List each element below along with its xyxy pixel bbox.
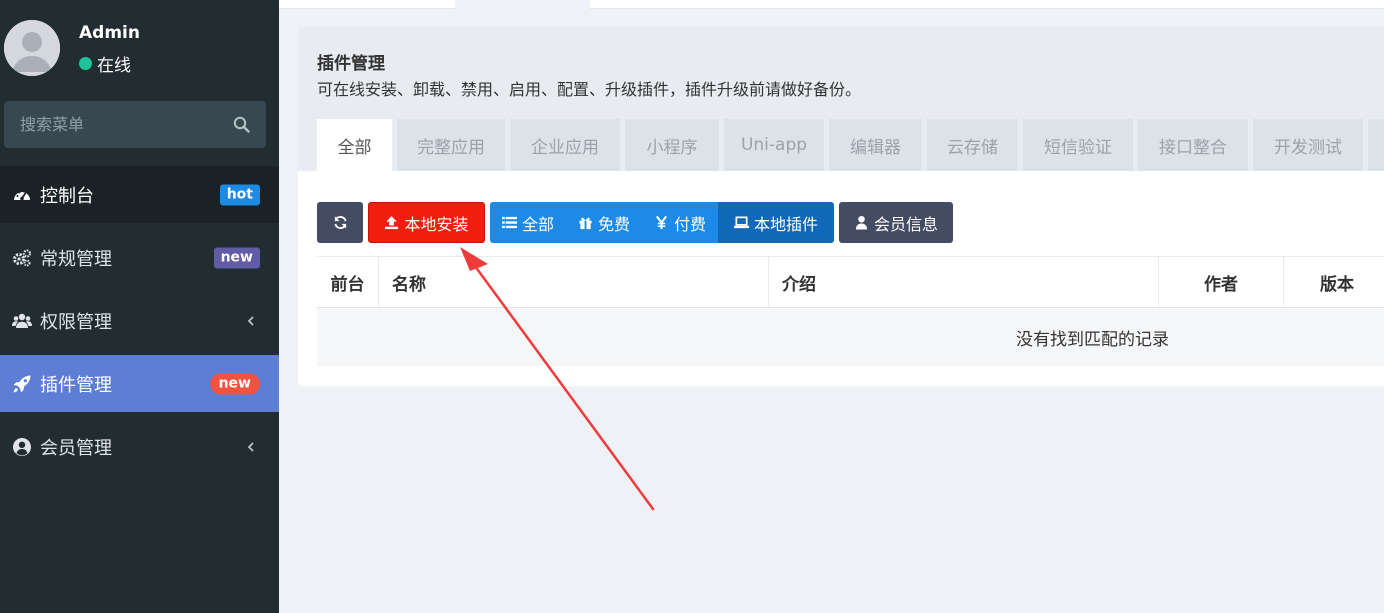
filter-local-label: 本地插件 — [754, 214, 819, 234]
local-install-label: 本地安装 — [404, 214, 469, 234]
sidebar-item-label: 会员管理 — [40, 437, 112, 459]
users-icon — [12, 313, 32, 328]
sidebar-item-dashboard[interactable]: 控制台 hot — [0, 166, 279, 223]
tab-uni-app[interactable]: Uni-app — [724, 119, 824, 171]
yen-icon — [656, 215, 668, 230]
page-title: 插件管理 — [317, 54, 385, 74]
page-description: 可在线安装、卸载、禁用、启用、配置、升级插件，插件升级前请做好备份。 — [317, 80, 862, 99]
tab-complete-app[interactable]: 完整应用 — [397, 119, 505, 171]
gift-icon — [579, 217, 592, 230]
sidebar: Admin 在线 控制台 hot — [0, 0, 279, 613]
local-install-button[interactable]: 本地安装 — [368, 202, 485, 243]
laptop-icon — [734, 216, 750, 229]
chevron-left-icon — [247, 315, 254, 326]
new-badge: new — [209, 373, 260, 394]
new-badge: new — [213, 247, 260, 268]
tab-overflow[interactable] — [1368, 119, 1384, 171]
member-info-button[interactable]: 会员信息 — [839, 202, 954, 243]
rocket-icon — [13, 375, 31, 392]
cogs-icon — [13, 248, 32, 266]
column-header-name[interactable]: 名称 — [379, 257, 769, 307]
dashboard-icon — [14, 190, 30, 200]
avatar[interactable] — [4, 20, 60, 76]
sidebar-item-label: 权限管理 — [40, 311, 112, 333]
tab-mini-program[interactable]: 小程序 — [625, 119, 719, 171]
column-header-author[interactable]: 作者 — [1159, 257, 1284, 307]
menu-search — [4, 101, 266, 148]
category-tabs: 全部 完整应用 企业应用 小程序 Uni-app 编辑器 云存储 短信验证 接口… — [317, 119, 1384, 171]
search-icon[interactable] — [233, 116, 250, 133]
column-header-intro[interactable]: 介绍 — [769, 257, 1159, 307]
user-avatar-icon — [4, 20, 60, 76]
tab-api-integration[interactable]: 接口整合 — [1138, 119, 1248, 171]
chevron-left-icon — [247, 441, 254, 452]
user-icon — [855, 215, 868, 230]
tab-sms[interactable]: 短信验证 — [1023, 119, 1133, 171]
table-header: 前台 名称 介绍 作者 版本 — [317, 256, 1384, 308]
filter-all-label: 全部 — [522, 214, 555, 234]
upload-icon — [385, 215, 399, 230]
tab-all[interactable]: 全部 — [317, 119, 392, 171]
tab-enterprise-app[interactable]: 企业应用 — [510, 119, 620, 171]
user-name: Admin — [79, 23, 140, 43]
panel-heading: 插件管理 可在线安装、卸载、禁用、启用、配置、升级插件，插件升级前请做好备份。 … — [298, 27, 1384, 171]
refresh-button[interactable] — [317, 202, 363, 243]
filter-all-button[interactable]: 全部 — [490, 202, 567, 243]
tab-editor[interactable]: 编辑器 — [829, 119, 922, 171]
tab-dev-test[interactable]: 开发测试 — [1253, 119, 1363, 171]
sidebar-item-members[interactable]: 会员管理 — [0, 418, 279, 475]
user-status-label: 在线 — [97, 56, 131, 76]
tab-cloud-storage[interactable]: 云存储 — [927, 119, 1018, 171]
list-icon — [502, 216, 517, 229]
empty-message: 没有找到匹配的记录 — [1016, 329, 1169, 350]
plugin-panel: 插件管理 可在线安装、卸载、禁用、启用、配置、升级插件，插件升级前请做好备份。 … — [298, 27, 1384, 386]
sidebar-item-permissions[interactable]: 权限管理 — [0, 292, 279, 349]
hot-badge: hot — [219, 184, 260, 205]
top-nav-bar — [279, 0, 1384, 9]
user-panel: Admin 在线 — [0, 0, 279, 95]
filter-button-group: 全部 免费 付费 本地插件 — [490, 202, 835, 243]
filter-local-button[interactable]: 本地插件 — [718, 202, 835, 243]
plugin-table: 前台 名称 介绍 作者 版本 没有找到匹配的记录 — [317, 256, 1384, 366]
column-header-frontend[interactable]: 前台 — [317, 257, 379, 307]
toolbar: 本地安装 全部 免费 付费 本地插件 会员信息 — [317, 202, 958, 243]
user-status: 在线 — [79, 51, 131, 76]
online-dot-icon — [79, 57, 92, 70]
refresh-icon — [333, 216, 347, 229]
filter-free-button[interactable]: 免费 — [566, 202, 643, 243]
sidebar-menu: 控制台 hot 常规管理 new 权限管理 插件管理 new 会员管理 — [0, 166, 279, 481]
filter-free-label: 免费 — [598, 214, 631, 234]
filter-paid-button[interactable]: 付费 — [642, 202, 719, 243]
filter-paid-label: 付费 — [674, 214, 707, 234]
menu-search-input[interactable] — [4, 101, 224, 148]
sidebar-item-plugins[interactable]: 插件管理 new — [0, 355, 279, 412]
sidebar-item-general[interactable]: 常规管理 new — [0, 229, 279, 286]
top-nav-active-tab[interactable] — [455, 0, 590, 9]
column-header-version[interactable]: 版本 — [1284, 257, 1384, 307]
member-info-label: 会员信息 — [874, 214, 939, 234]
table-empty-row: 没有找到匹配的记录 — [317, 308, 1384, 366]
user-circle-icon — [13, 437, 31, 456]
